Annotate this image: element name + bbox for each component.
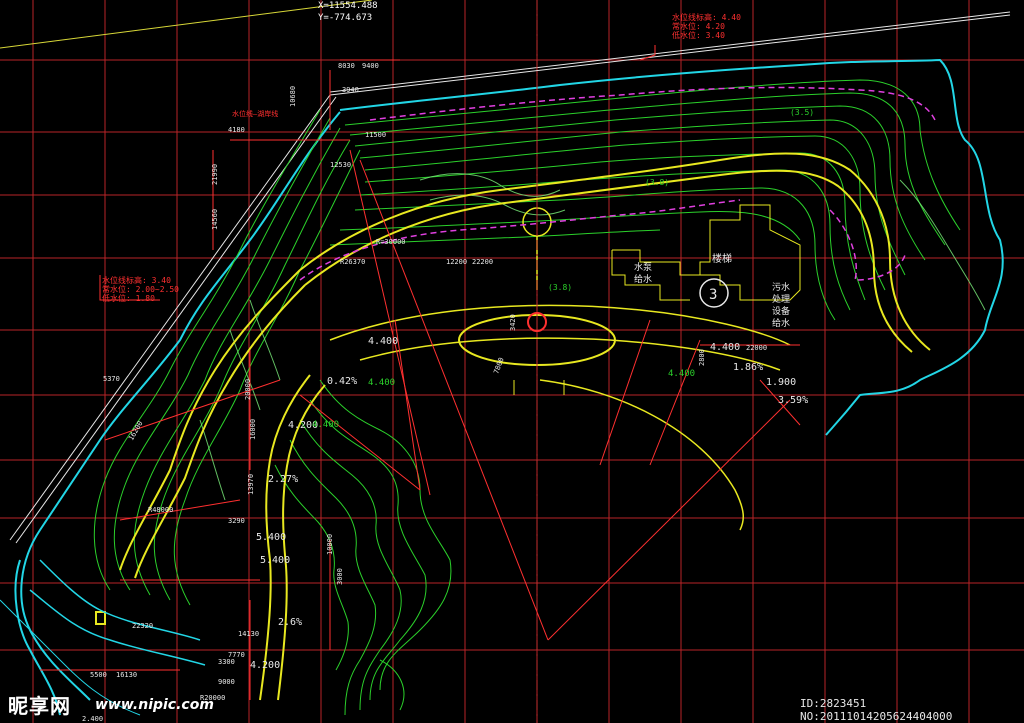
sewage-label-4: 给水 bbox=[772, 317, 790, 329]
dim-17: 5370 bbox=[103, 375, 120, 383]
top-level-line-2: 常水位: 4.20 bbox=[672, 21, 725, 31]
elev-label-8: 1.900 bbox=[766, 377, 796, 388]
elev-label-2: 4.400 bbox=[368, 378, 395, 388]
left-level-line-2: 常水位: 2.00~2.50 bbox=[102, 284, 179, 294]
coord-x-label: X=11554.488 bbox=[318, 1, 378, 11]
dim-24: 3290 bbox=[228, 517, 245, 525]
dim-19: 20000 bbox=[244, 379, 252, 400]
pump-label-2: 给水 bbox=[634, 273, 652, 285]
dim-9: 12200 bbox=[446, 258, 467, 266]
dim-7: 21990 bbox=[211, 164, 219, 185]
dim-10: R=30000 bbox=[376, 238, 406, 246]
slope-label-1: 0.42% bbox=[327, 376, 357, 387]
dim-3: 12530 bbox=[330, 161, 351, 169]
watermark-logo: 昵享网 bbox=[8, 694, 71, 718]
dim-16: 22000 bbox=[746, 344, 767, 352]
left-shore-note: 水位线—湖岸线 bbox=[232, 109, 278, 118]
elev-label-1: 4.400 bbox=[368, 336, 398, 347]
dim-20: 16000 bbox=[249, 419, 257, 440]
pump-label-1: 水泵 bbox=[634, 261, 652, 273]
dim-31: 16130 bbox=[116, 671, 137, 679]
dim-15: 2800 bbox=[698, 349, 706, 366]
dim-21: 10000 bbox=[326, 534, 334, 555]
dim-1: 8030 bbox=[338, 62, 355, 70]
cad-drawing-canvas: X=11554.488 Y=-774.673 水位线标高: 4.40 常水位: … bbox=[0, 0, 1024, 723]
dim-11: R26370 bbox=[340, 258, 365, 266]
left-level-line-1: 水位线标高: 3.40 bbox=[102, 275, 171, 285]
dim-32: 9000 bbox=[218, 678, 235, 686]
note-paren-3: (3.8) bbox=[548, 283, 572, 292]
left-level-line-3: 低水位: 1.80 bbox=[102, 293, 155, 303]
dim-30: 5500 bbox=[90, 671, 107, 679]
dim-2: 9400 bbox=[362, 62, 379, 70]
dim-25: R48000 bbox=[148, 506, 173, 514]
dim-4: 3940 bbox=[342, 86, 359, 94]
elev-label-7: 4.200 bbox=[250, 660, 280, 671]
dim-22: 3000 bbox=[336, 568, 344, 585]
top-level-line-3: 低水位: 3.40 bbox=[672, 30, 725, 40]
dim-35: 2.400 bbox=[82, 715, 103, 723]
elev-label-3: 4.400 bbox=[710, 342, 740, 353]
top-level-line-1: 水位线标高: 4.40 bbox=[672, 12, 741, 22]
dim-12: 22200 bbox=[472, 258, 493, 266]
sewage-label-1: 污水 bbox=[772, 281, 790, 293]
watermark-url: www.nipic.com bbox=[95, 697, 214, 713]
elev-label-9: 4.400 bbox=[668, 369, 695, 379]
dim-5: 10680 bbox=[289, 86, 297, 107]
dim-13: 3420 bbox=[509, 314, 517, 331]
note-paren-1: (3.5) bbox=[790, 108, 814, 117]
dim-6: 4180 bbox=[228, 126, 245, 134]
slope-label-4: 3.59% bbox=[778, 395, 808, 406]
elev-label-6: 5.400 bbox=[260, 555, 290, 566]
slope-label-3: 1.86% bbox=[733, 362, 763, 373]
slope-label-5: 2.6% bbox=[278, 617, 302, 628]
dim-27: 14130 bbox=[238, 630, 259, 638]
elev-label-5: 5.400 bbox=[256, 532, 286, 543]
dim-23: 13970 bbox=[247, 474, 255, 495]
dim-26: 22320 bbox=[132, 622, 153, 630]
building-stairs-label: 楼梯 bbox=[712, 252, 732, 265]
dim-34: 11500 bbox=[365, 131, 386, 139]
dim-29: 3300 bbox=[218, 658, 235, 666]
section-marker-number: 3 bbox=[709, 287, 717, 303]
dim-8: 14560 bbox=[211, 209, 219, 230]
sewage-label-2: 处理 bbox=[772, 293, 790, 305]
watermark-id-text: ID:2823451 NO:20111014205624404000 bbox=[800, 697, 953, 723]
slope-label-2: 2.27% bbox=[268, 474, 298, 485]
sewage-label-3: 设备 bbox=[772, 305, 790, 317]
elev-label-10: 4.400 bbox=[312, 420, 339, 430]
note-paren-2: (3.8) bbox=[645, 178, 669, 187]
coord-y-label: Y=-774.673 bbox=[318, 13, 372, 23]
